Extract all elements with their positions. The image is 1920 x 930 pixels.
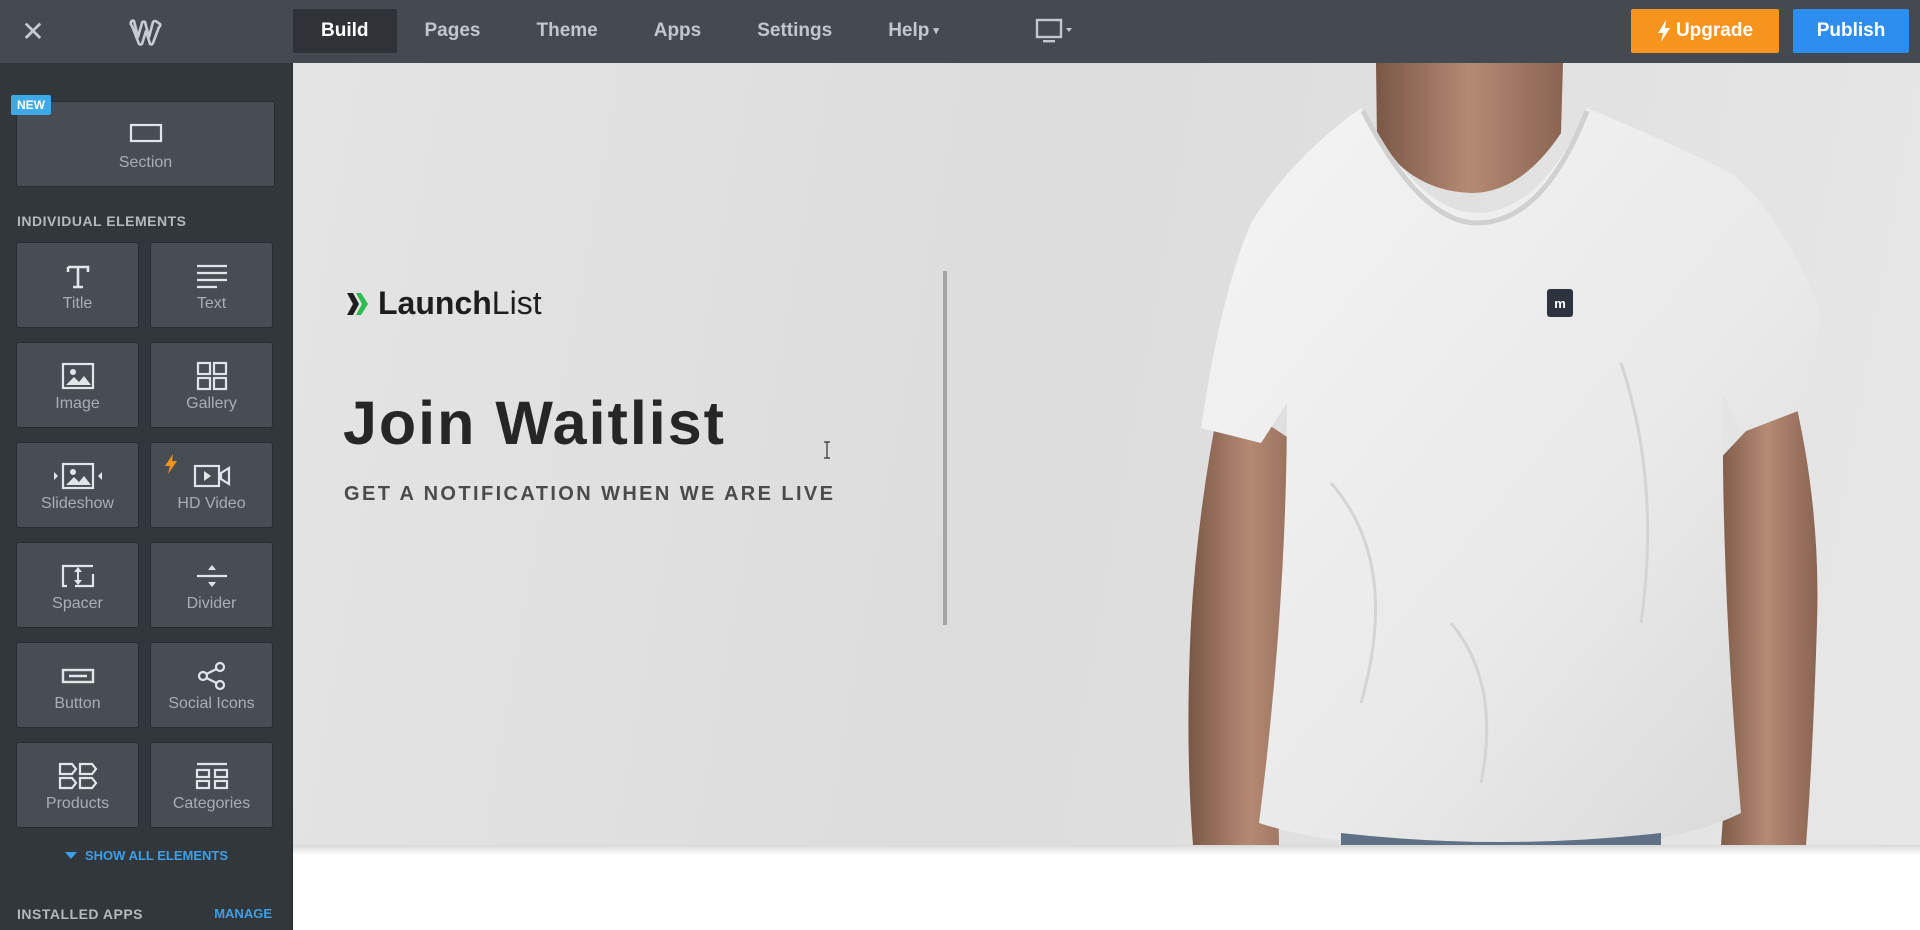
page-canvas[interactable]: LaunchList Join Waitlist GET A NOTIFICAT… <box>293 63 1920 930</box>
caret-down-icon <box>65 852 77 859</box>
element-products[interactable]: Products <box>16 742 139 828</box>
nav-help-label: Help <box>888 20 930 41</box>
element-gallery-label: Gallery <box>186 395 237 412</box>
button-icon <box>17 659 138 693</box>
weebly-logo[interactable] <box>128 18 164 46</box>
nav-settings[interactable]: Settings <box>729 9 860 53</box>
svg-text:m: m <box>1554 296 1566 311</box>
element-image-label: Image <box>55 395 100 412</box>
element-title[interactable]: Title <box>16 242 139 328</box>
products-icon <box>17 759 138 793</box>
element-social-icons[interactable]: Social Icons <box>150 642 273 728</box>
nav-theme-label: Theme <box>536 20 598 41</box>
brand-bold: Launch <box>378 285 492 321</box>
section-shadow <box>293 845 1920 855</box>
publish-label: Publish <box>1816 20 1886 41</box>
element-hd-video[interactable]: HD Video <box>150 442 273 528</box>
social-icons-icon <box>151 659 272 693</box>
lightning-icon <box>1657 20 1670 42</box>
element-image[interactable]: Image <box>16 342 139 428</box>
element-categories-label: Categories <box>172 795 251 812</box>
element-categories[interactable]: Categories <box>150 742 273 828</box>
hero-subtitle[interactable]: GET A NOTIFICATION WHEN WE ARE LIVE <box>344 483 835 506</box>
launchlist-logo[interactable]: LaunchList <box>346 285 542 322</box>
individual-elements-heading: INDIVIDUAL ELEMENTS <box>17 213 187 229</box>
nav-apps-label: Apps <box>653 20 702 41</box>
element-spacer[interactable]: Spacer <box>16 542 139 628</box>
brand-name: LaunchList <box>378 285 542 322</box>
tshirt-model-photo: m <box>1188 63 1821 845</box>
desktop-preview-icon[interactable] <box>1034 16 1080 46</box>
close-icon[interactable]: ✕ <box>18 17 48 47</box>
categories-icon <box>151 759 272 793</box>
element-divider-label: Divider <box>186 595 237 612</box>
element-text-label: Text <box>196 295 227 312</box>
nav-pages-label: Pages <box>424 20 481 41</box>
vertical-divider <box>943 271 947 625</box>
image-icon <box>17 359 138 393</box>
brand-regular: List <box>491 285 542 321</box>
element-button-label: Button <box>54 695 101 712</box>
main-nav: Build Pages Theme Apps Settings Help ▾ <box>293 9 967 53</box>
show-all-label: SHOW ALL ELEMENTS <box>85 848 228 863</box>
text-cursor-icon <box>824 441 830 459</box>
section-icon <box>17 116 274 150</box>
element-gallery[interactable]: Gallery <box>150 342 273 428</box>
nav-help[interactable]: Help ▾ <box>860 9 967 53</box>
nav-settings-label: Settings <box>757 20 833 41</box>
hd-video-icon <box>151 459 272 493</box>
element-text[interactable]: Text <box>150 242 273 328</box>
upgrade-button[interactable]: Upgrade <box>1631 9 1779 53</box>
elements-sidebar: NEW Section INDIVIDUAL ELEMENTS Title Te… <box>0 63 293 930</box>
slideshow-icon <box>17 459 138 493</box>
editor-toolbar: ✕ Build Pages Theme Apps Settings Help ▾ … <box>0 0 1920 63</box>
nav-apps[interactable]: Apps <box>626 9 730 53</box>
element-products-label: Products <box>45 795 110 812</box>
element-spacer-label: Spacer <box>52 595 103 612</box>
element-section[interactable]: Section <box>16 101 275 187</box>
nav-build[interactable]: Build <box>293 9 397 53</box>
hero-section[interactable]: LaunchList Join Waitlist GET A NOTIFICAT… <box>293 63 1920 845</box>
element-slideshow-label: Slideshow <box>41 495 114 512</box>
element-section-label: Section <box>118 154 173 171</box>
element-title-label: Title <box>62 295 93 312</box>
installed-apps-heading: INSTALLED APPS <box>17 906 144 922</box>
chevron-right-icon <box>347 292 368 315</box>
nav-theme[interactable]: Theme <box>508 9 625 53</box>
publish-button[interactable]: Publish <box>1793 9 1909 53</box>
element-social-icons-label: Social Icons <box>168 695 255 712</box>
nav-build-label: Build <box>321 20 369 41</box>
upgrade-label: Upgrade <box>1675 20 1754 41</box>
nav-pages[interactable]: Pages <box>397 9 509 53</box>
text-icon <box>151 259 272 293</box>
manage-apps-link[interactable]: MANAGE <box>214 906 272 921</box>
divider-icon <box>151 559 272 593</box>
gallery-icon <box>151 359 272 393</box>
spacer-icon <box>17 559 138 593</box>
element-button[interactable]: Button <box>16 642 139 728</box>
hero-title[interactable]: Join Waitlist <box>343 388 726 458</box>
element-hd-video-label: HD Video <box>177 495 246 512</box>
chevron-down-icon: ▾ <box>933 25 939 37</box>
show-all-elements-link[interactable]: SHOW ALL ELEMENTS <box>0 848 292 863</box>
element-slideshow[interactable]: Slideshow <box>16 442 139 528</box>
new-badge: NEW <box>11 95 51 115</box>
element-divider[interactable]: Divider <box>150 542 273 628</box>
title-icon <box>17 259 138 293</box>
